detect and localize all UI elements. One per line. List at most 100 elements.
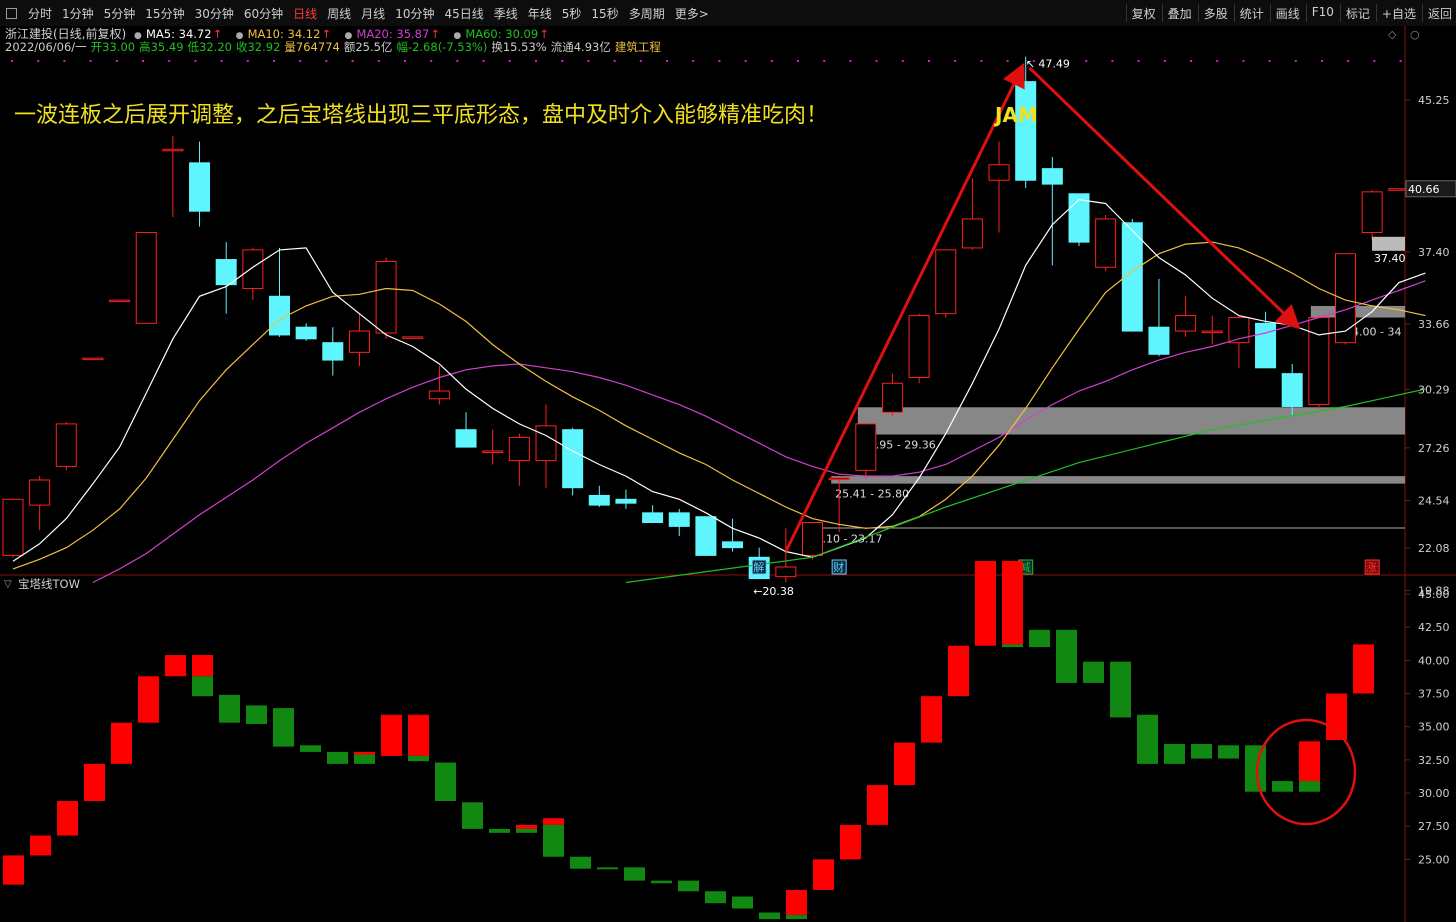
ma-up-arrow-icon: ↑ xyxy=(539,27,549,41)
candle xyxy=(2,498,24,558)
candle-body xyxy=(189,162,211,212)
toolbar-button-5[interactable]: F10 xyxy=(1312,5,1334,19)
quote-field-6: 额25.5亿 xyxy=(344,40,393,54)
tow-brick-bottom xyxy=(543,824,564,857)
toolbar-button-1[interactable]: 叠加 xyxy=(1168,5,1192,22)
indicator-tick-label: 35.00 xyxy=(1418,721,1450,734)
period-tab-4[interactable]: 30分钟 xyxy=(195,5,234,22)
toolbar-button-6[interactable]: 标记 xyxy=(1346,5,1370,22)
collapse-icon[interactable]: ▽ xyxy=(4,579,12,590)
period-tab-16[interactable]: 更多> xyxy=(675,5,709,22)
period-dot xyxy=(561,60,564,62)
toolbar-button-2[interactable]: 多股 xyxy=(1204,5,1228,22)
toolbar-button-4[interactable]: 画线 xyxy=(1276,5,1300,22)
stock-title: 浙江建投(日线,前复权) xyxy=(5,26,126,41)
candle-body xyxy=(668,512,690,527)
period-dot xyxy=(1006,60,1009,62)
candle-body xyxy=(1308,317,1330,406)
tow-brick-body xyxy=(732,896,753,909)
tow-brick xyxy=(1110,661,1131,718)
period-tab-5[interactable]: 60分钟 xyxy=(244,5,283,22)
candle xyxy=(695,516,717,556)
candle-body xyxy=(1201,330,1223,334)
period-tab-15[interactable]: 多周期 xyxy=(629,5,665,22)
period-tab-7[interactable]: 周线 xyxy=(327,5,351,22)
tow-brick-body xyxy=(867,785,888,825)
candle xyxy=(562,427,584,496)
tow-brick-body xyxy=(57,801,78,836)
period-tab-10[interactable]: 45日线 xyxy=(444,5,483,22)
period-dot xyxy=(1399,60,1402,62)
ma-up-arrow-icon: ↑ xyxy=(213,27,223,41)
tow-brick-bottom xyxy=(192,676,213,697)
period-dot xyxy=(482,60,485,62)
candle-body xyxy=(109,299,131,303)
candle xyxy=(1308,315,1330,409)
tow-brick-body xyxy=(273,708,294,747)
ma-label-2: MA20: 35.87 xyxy=(356,27,429,41)
candle-body xyxy=(242,249,264,290)
period-tab-8[interactable]: 月线 xyxy=(361,5,385,22)
period-dot xyxy=(954,60,957,62)
candle xyxy=(1361,189,1383,241)
candle xyxy=(1068,193,1090,246)
window-menu-icon[interactable] xyxy=(6,8,17,19)
candle-body xyxy=(935,249,957,315)
period-dot xyxy=(797,60,799,62)
tow-brick-body xyxy=(759,912,780,920)
candle-body xyxy=(961,218,983,249)
period-dot xyxy=(666,60,668,62)
period-tab-0[interactable]: 分时 xyxy=(28,5,52,22)
period-dot xyxy=(508,60,511,62)
indicator-tick-label: 40.00 xyxy=(1418,654,1450,667)
tow-brick xyxy=(1245,745,1266,792)
tow-brick xyxy=(111,722,132,764)
price-marker-box xyxy=(1372,236,1405,251)
toolbar-button-7[interactable]: +自选 xyxy=(1382,5,1416,22)
price-marker-label: 37.40 xyxy=(1374,252,1406,265)
tow-brick-body xyxy=(381,714,402,756)
toolbar-button-8[interactable]: 返回 xyxy=(1428,5,1452,22)
chart-settings-icon[interactable]: ◇ xyxy=(1388,28,1397,41)
indicator-tick-label: 42.50 xyxy=(1418,621,1450,634)
period-tab-11[interactable]: 季线 xyxy=(494,5,518,22)
tow-brick-top xyxy=(543,818,564,825)
period-dot xyxy=(1085,60,1088,62)
period-tab-13[interactable]: 5秒 xyxy=(562,5,582,22)
tow-brick xyxy=(300,745,321,752)
tow-brick xyxy=(1029,629,1050,648)
period-tab-9[interactable]: 10分钟 xyxy=(395,5,434,22)
indicator-tick-label: 30.00 xyxy=(1418,787,1450,800)
tow-brick-body xyxy=(84,763,105,802)
tow-brick xyxy=(381,714,402,756)
high-price-label: ↖ 47.49 xyxy=(1026,58,1070,71)
period-tab-12[interactable]: 年线 xyxy=(528,5,552,22)
candle xyxy=(908,313,930,384)
period-tab-14[interactable]: 15秒 xyxy=(591,5,618,22)
tow-brick xyxy=(921,696,942,743)
period-tab-2[interactable]: 5分钟 xyxy=(104,5,136,22)
tow-brick-top xyxy=(408,714,429,756)
period-dot xyxy=(220,60,223,62)
toolbar-button-0[interactable]: 复权 xyxy=(1132,5,1156,22)
period-tab-1[interactable]: 1分钟 xyxy=(62,5,94,22)
ma-up-arrow-icon: ↑ xyxy=(430,27,440,41)
period-dot xyxy=(89,60,92,62)
candle-body xyxy=(295,326,317,340)
candle-body xyxy=(775,566,797,578)
candle-body xyxy=(615,498,637,504)
close-icon[interactable]: ○ xyxy=(1410,28,1420,41)
tow-brick xyxy=(786,889,807,920)
period-dot xyxy=(1190,60,1192,62)
tow-brick-top xyxy=(786,889,807,916)
candle-body xyxy=(881,382,903,413)
toolbar-button-3[interactable]: 统计 xyxy=(1240,5,1264,22)
quote-field-10: 建筑工程 xyxy=(615,40,661,54)
tow-brick-body xyxy=(921,696,942,743)
period-tab-3[interactable]: 15分钟 xyxy=(145,5,184,22)
indicator-tick-label: 27.50 xyxy=(1418,820,1450,833)
tow-brick xyxy=(3,855,24,885)
tow-brick xyxy=(30,835,51,856)
period-tab-6[interactable]: 日线 xyxy=(293,5,317,22)
tow-brick xyxy=(165,655,186,677)
